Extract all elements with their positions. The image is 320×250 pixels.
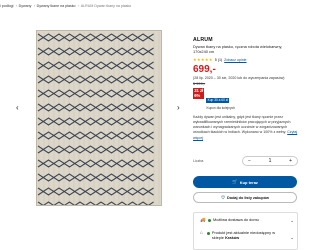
store-availability: Produkt jest aktualnie niedostępny w skl… (211, 230, 286, 241)
store-status-dot-icon (206, 232, 210, 235)
breadcrumb-item[interactable]: i podłogi (0, 4, 13, 8)
add-to-list-button[interactable]: ♡ Dodaj do listy zakupów (193, 192, 297, 203)
breadcrumb-separator: › (78, 4, 80, 8)
quantity-row: Liczba − 1 + (193, 156, 298, 166)
store-name[interactable]: Kraków (225, 235, 239, 240)
discount-badge: 31 zł 6% (193, 88, 205, 99)
quantity-value[interactable]: 1 (269, 158, 272, 164)
breadcrumb-current: ALRUM Dywan tkany na płasko (80, 4, 132, 8)
store-text: Produkt jest aktualnie niedostępny w skl… (211, 230, 276, 240)
coupon-subtext: Kupon dla kolejnych (206, 105, 235, 110)
promo-period: (28 lip. 2020 – 30 sie, 2020 lub do wycz… (193, 75, 285, 80)
breadcrumb-separator: › (33, 4, 36, 8)
in-stock-dot-icon (208, 219, 211, 222)
product-title: ALRUM (193, 37, 213, 43)
review-count: 5 (1) (214, 57, 223, 62)
long-description-text: Każdy dywan jest unikalny, gdyż jest tka… (193, 114, 291, 135)
gallery-next-arrow-icon[interactable]: › (177, 104, 180, 112)
breadcrumb-item[interactable]: Dywany tkane na płasko (37, 4, 76, 8)
cart-icon: 🛒 (232, 179, 238, 184)
plus-icon[interactable]: + (289, 158, 292, 164)
store-icon: ⌂ (200, 230, 203, 235)
chevron-down-icon[interactable]: ⌄ (290, 235, 294, 241)
minus-icon[interactable]: − (248, 158, 251, 164)
product-info: ALRUM Dywan tkany na płasko, ręczna robo… (193, 37, 298, 141)
buy-now-label: Kup teraz (239, 179, 258, 185)
reviews-link[interactable]: Zobacz opinie (224, 58, 246, 62)
chevron-down-icon[interactable]: ⌄ (290, 218, 294, 224)
heart-icon: ♡ (220, 194, 226, 200)
product-long-description: Każdy dywan jest unikalny, gdyż jest tka… (193, 115, 298, 141)
product-description: Dywan tkany na płasko, ręczna robota wie… (193, 44, 283, 55)
buy-now-button[interactable]: 🛒 Kup teraz (193, 176, 297, 188)
truck-icon: 🚚 (200, 217, 206, 222)
product-image[interactable] (36, 30, 162, 206)
star-rating-icon: ★★★★★ (193, 57, 213, 63)
quantity-label: Liczba (193, 159, 204, 163)
coupon-chip[interactable]: Kup 30 a 60 zł (206, 97, 230, 103)
breadcrumb-item[interactable]: Dywany (19, 4, 32, 8)
coupon: Kup 30 a 60 zł Kupon dla kolejnych (206, 88, 235, 110)
discount-row: 31 zł 6% Kup 30 a 60 zł Kupon dla kolejn… (193, 88, 298, 110)
quantity-stepper[interactable]: − 1 + (242, 156, 298, 166)
old-price: 5 999,- (193, 81, 206, 87)
store-row[interactable]: ⌂ Produkt jest aktualnie niedostępny w s… (200, 230, 286, 241)
discount-percent: 6% (194, 92, 201, 98)
rug-pattern (36, 30, 162, 206)
gallery-prev-arrow-icon[interactable]: ‹ (16, 104, 19, 112)
delivery-text: Możliwa dostawa do domu (213, 217, 259, 222)
breadcrumb: i podłogi › Dywany › Dywany tkane na płasko ›… (0, 4, 300, 8)
add-to-list-label: Dodaj do listy zakupów (227, 195, 270, 200)
rating: ★★★★★ 5 (1) Zobacz opinie (193, 57, 298, 62)
product-price: 699,- (193, 64, 216, 76)
delivery-row[interactable]: 🚚 Możliwa dostawa do domu (200, 217, 259, 223)
availability-box: 🚚 Możliwa dostawa do domu ⌄ ⌂ Produkt je… (193, 212, 298, 250)
breadcrumb-separator: › (15, 4, 18, 8)
